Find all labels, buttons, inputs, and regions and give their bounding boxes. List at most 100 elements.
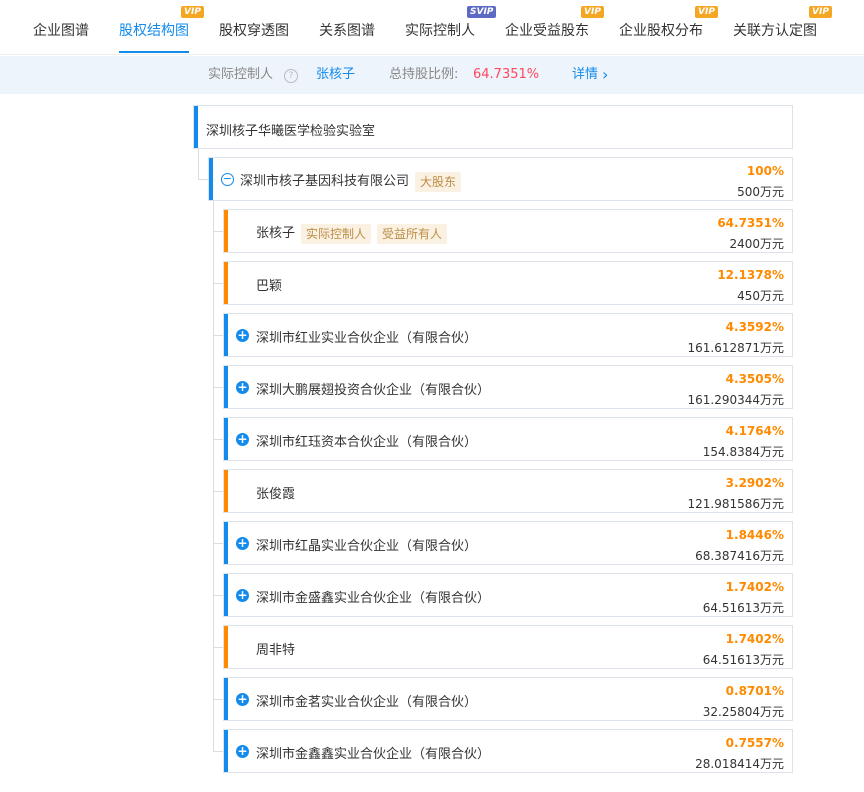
tab-equity-distribution[interactable]: 企业股权分布 [619, 20, 703, 40]
shareholder-name-link[interactable]: 深圳市金盛鑫实业合伙企业（有限合伙） [256, 591, 490, 606]
detail-link[interactable]: 详情 [572, 56, 598, 94]
shareholder-card[interactable]: 周非特 1.7402% 64.51613万元 [223, 625, 793, 669]
root-company-card[interactable]: 深圳核子华曦医学检验实验室 [193, 105, 793, 149]
major-shareholder-card[interactable]: − 深圳市核子基因科技有限公司 大股东 100% 500万元 [208, 157, 793, 201]
controller-name[interactable]: 张核子 [316, 56, 355, 94]
expand-icon[interactable]: + [236, 381, 249, 394]
shareholder-name: 深圳市金鑫鑫实业合伙企业（有限合伙） [256, 743, 490, 762]
tree-connector [213, 439, 223, 440]
shareholder-name-link[interactable]: 张俊霞 [256, 487, 295, 502]
card-accent-bar [224, 730, 228, 772]
card-accent-bar [224, 626, 228, 668]
shareholder-name-link[interactable]: 巴颖 [256, 279, 282, 294]
share-percent: 64.7351% [717, 216, 784, 230]
share-amount: 2400万元 [729, 237, 784, 251]
expand-icon[interactable]: + [236, 745, 249, 758]
tab-enterprise-graph[interactable]: 企业图谱 [33, 20, 89, 40]
shareholder-card[interactable]: + 深圳市金鑫鑫实业合伙企业（有限合伙） 0.7557% 28.018414万元 [223, 729, 793, 773]
card-accent-bar [224, 314, 228, 356]
shareholder-name-link[interactable]: 深圳市红晶实业合伙企业（有限合伙） [256, 539, 477, 554]
shareholder-tag: 受益所有人 [377, 223, 448, 244]
share-percent: 4.1764% [725, 424, 784, 438]
shareholder-name: 深圳市红珏资本合伙企业（有限合伙） [256, 431, 477, 450]
controller-label: 实际控制人 [208, 67, 274, 82]
share-amount: 161.290344万元 [687, 393, 784, 407]
vip-badge: VIP [695, 6, 718, 18]
vip-badge: VIP [181, 6, 204, 18]
controller-summary: 实际控制人 ? 张核子 总持股比例: 64.7351% 详情 › [0, 56, 864, 94]
ratio-label: 总持股比例: [389, 67, 459, 82]
card-accent-bar [224, 418, 228, 460]
shareholder-name: 深圳市核子基因科技有限公司 大股东 [240, 170, 462, 192]
collapse-icon[interactable]: − [221, 173, 234, 186]
shareholder-tag: 实际控制人 [301, 223, 372, 244]
card-accent-bar [224, 574, 228, 616]
shareholder-card[interactable]: 张俊霞 3.2902% 121.981586万元 [223, 469, 793, 513]
share-amount: 154.8384万元 [702, 445, 784, 459]
share-amount: 28.018414万元 [695, 757, 784, 771]
expand-icon[interactable]: + [236, 589, 249, 602]
tab-actual-controller[interactable]: 实际控制人 [405, 20, 475, 40]
shareholder-card[interactable]: 张核子 实际控制人 受益所有人 64.7351% 2400万元 [223, 209, 793, 253]
tree-connector [213, 231, 223, 232]
share-percent: 12.1378% [717, 268, 784, 282]
shareholder-card[interactable]: + 深圳市金茗实业合伙企业（有限合伙） 0.8701% 32.25804万元 [223, 677, 793, 721]
card-accent-bar [224, 470, 228, 512]
share-percent: 1.8446% [725, 528, 784, 542]
shareholder-card[interactable]: 巴颖 12.1378% 450万元 [223, 261, 793, 305]
expand-icon[interactable]: + [236, 329, 249, 342]
shareholder-name-link[interactable]: 深圳大鹏展翅投资合伙企业（有限合伙） [256, 383, 490, 398]
tab-beneficial-shareholders[interactable]: 企业受益股东 [505, 20, 589, 40]
share-percent: 0.7557% [725, 736, 784, 750]
shareholder-card[interactable]: + 深圳市红业实业合伙企业（有限合伙） 4.3592% 161.612871万元 [223, 313, 793, 357]
share-amount: 161.612871万元 [687, 341, 784, 355]
tab-equity-penetration[interactable]: 股权穿透图 [219, 20, 289, 40]
tree-connector [198, 149, 199, 179]
shareholder-name-link[interactable]: 深圳市红珏资本合伙企业（有限合伙） [256, 435, 477, 450]
shareholder-name-link[interactable]: 深圳市金茗实业合伙企业（有限合伙） [256, 695, 477, 710]
company-name-link[interactable]: 深圳市核子基因科技有限公司 [240, 174, 409, 189]
tree-connector [213, 335, 223, 336]
tree-connector [213, 699, 223, 700]
shareholder-card[interactable]: + 深圳大鹏展翅投资合伙企业（有限合伙） 4.3505% 161.290344万元 [223, 365, 793, 409]
share-percent: 3.2902% [725, 476, 784, 490]
share-amount: 500万元 [737, 185, 784, 199]
tab-equity-structure[interactable]: 股权结构图 [119, 20, 189, 40]
card-accent-bar [224, 262, 228, 304]
tree-connector [213, 647, 223, 648]
shareholder-name-link[interactable]: 张核子 [256, 226, 295, 241]
major-shareholder-tag: 大股东 [415, 171, 462, 192]
shareholder-name: 张核子 实际控制人 受益所有人 [256, 222, 448, 244]
card-accent-bar [224, 366, 228, 408]
card-accent-bar [224, 678, 228, 720]
tab-relationship-graph[interactable]: 关系图谱 [319, 20, 375, 40]
share-percent: 100% [746, 164, 784, 178]
shareholder-name: 深圳市金茗实业合伙企业（有限合伙） [256, 691, 477, 710]
tree-connector [213, 751, 223, 752]
shareholder-name-link[interactable]: 周非特 [256, 643, 295, 658]
shareholder-name: 深圳市金盛鑫实业合伙企业（有限合伙） [256, 587, 490, 606]
shareholder-name: 巴颖 [256, 275, 282, 294]
shareholder-name-link[interactable]: 深圳市金鑫鑫实业合伙企业（有限合伙） [256, 747, 490, 762]
share-amount: 68.387416万元 [695, 549, 784, 563]
shareholder-name: 周非特 [256, 639, 295, 658]
shareholder-card[interactable]: + 深圳市红珏资本合伙企业（有限合伙） 4.1764% 154.8384万元 [223, 417, 793, 461]
expand-icon[interactable]: + [236, 693, 249, 706]
share-amount: 450万元 [737, 289, 784, 303]
tree-connector [198, 179, 208, 180]
share-percent: 1.7402% [725, 632, 784, 646]
expand-icon[interactable]: + [236, 433, 249, 446]
shareholder-card[interactable]: + 深圳市红晶实业合伙企业（有限合伙） 1.8446% 68.387416万元 [223, 521, 793, 565]
share-percent: 0.8701% [725, 684, 784, 698]
tab-bar: 企业图谱 股权结构图 VIP 股权穿透图 关系图谱 实际控制人 SVIP 企业受… [0, 0, 864, 55]
share-percent: 4.3592% [725, 320, 784, 334]
tab-related-party[interactable]: 关联方认定图 [733, 20, 817, 40]
expand-icon[interactable]: + [236, 537, 249, 550]
shareholder-name-link[interactable]: 深圳市红业实业合伙企业（有限合伙） [256, 331, 477, 346]
share-amount: 32.25804万元 [702, 705, 784, 719]
chevron-right-icon[interactable]: › [602, 56, 608, 94]
vip-badge: VIP [809, 6, 832, 18]
shareholder-card[interactable]: + 深圳市金盛鑫实业合伙企业（有限合伙） 1.7402% 64.51613万元 [223, 573, 793, 617]
share-amount: 64.51613万元 [702, 601, 784, 615]
svip-badge: SVIP [467, 6, 497, 18]
